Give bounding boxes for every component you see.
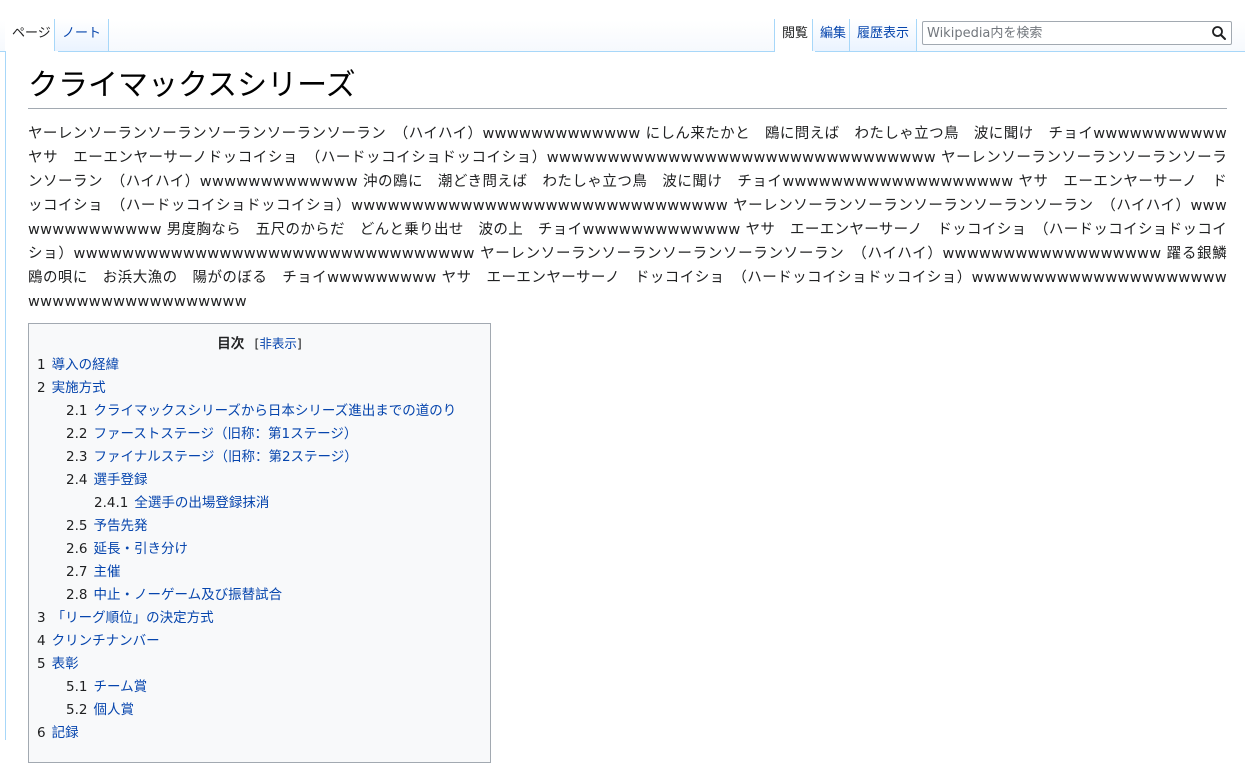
search-input[interactable]	[923, 22, 1211, 44]
toc-item-link[interactable]: 導入の経緯	[52, 357, 120, 373]
toc-item[interactable]: 5.1 チーム賞	[29, 676, 490, 699]
toc-item-link[interactable]: 「リーグ順位」の決定方式	[52, 610, 214, 626]
search-icon[interactable]	[1211, 25, 1227, 41]
toc-list: 1 導入の経緯 2 実施方式 2.1 クライマックスシリーズから日本シリーズ進出までの道の…	[29, 354, 490, 745]
toc-item[interactable]: 5 表彰	[29, 653, 490, 676]
toc-item-number: 2.3	[66, 449, 88, 465]
toc-item[interactable]: 3 「リーグ順位」の決定方式	[29, 607, 490, 630]
toc-toggle-close: ]	[296, 336, 302, 351]
tab-page[interactable]: ページ	[5, 19, 58, 52]
toc-item[interactable]: 2.8 中止・ノーゲーム及び振替試合	[29, 584, 490, 607]
table-of-contents: 目次 [非表示] 1 導入の経緯 2 実施方式 2.1 クライマックスシリーズから日本シリ…	[28, 323, 491, 763]
toc-item-link[interactable]: 全選手の出場登録抹消	[134, 495, 269, 511]
toc-item[interactable]: 2.4.1 全選手の出場登録抹消	[29, 492, 490, 515]
toc-item[interactable]: 2.5 予告先発	[29, 515, 490, 538]
toc-item-number: 5.1	[66, 679, 88, 695]
toc-item-link[interactable]: ファイナルステージ（旧称：第2ステージ）	[93, 449, 357, 465]
toc-item-number: 3	[37, 610, 46, 626]
toc-item[interactable]: 2.2 ファーストステージ（旧称：第1ステージ）	[29, 423, 490, 446]
toc-toggle: [非表示]	[255, 336, 302, 351]
toc-item-number: 2.6	[66, 541, 88, 557]
toc-item-number: 2.1	[66, 403, 88, 419]
toc-item-number: 2.7	[66, 564, 88, 580]
top-navigation-bar: ページ ノート 閲覧 編集 履歴表示	[0, 0, 1245, 52]
article-content: クライマックスシリーズ ヤーレンソーランソーランソーランソーランソーラン （ハイ…	[5, 51, 1245, 763]
toc-header: 目次 [非表示]	[29, 332, 490, 354]
toc-item-number: 2	[37, 380, 46, 396]
toc-item-number: 4	[37, 633, 46, 649]
toc-item-link[interactable]: クライマックスシリーズから日本シリーズ進出までの道のり	[93, 403, 456, 419]
tab-history[interactable]: 履歴表示	[849, 19, 918, 51]
toc-item-link[interactable]: クリンチナンバー	[52, 633, 160, 649]
toc-item-number: 2.8	[66, 587, 88, 603]
toc-item-link[interactable]: 個人賞	[93, 702, 134, 718]
toc-item[interactable]: 4 クリンチナンバー	[29, 630, 490, 653]
toc-item-link[interactable]: 延長・引き分け	[93, 541, 188, 557]
toc-item-link[interactable]: 主催	[93, 564, 120, 580]
toc-item-link[interactable]: 予告先発	[93, 518, 147, 534]
toc-item-link[interactable]: 選手登録	[93, 472, 147, 488]
toc-item[interactable]: 2.1 クライマックスシリーズから日本シリーズ進出までの道のり	[29, 400, 490, 423]
search-box	[922, 21, 1232, 45]
toc-item[interactable]: 2 実施方式	[29, 377, 490, 400]
toc-item[interactable]: 6 記録	[29, 722, 490, 745]
toc-item-number: 2.5	[66, 518, 88, 534]
toc-item-link[interactable]: 中止・ノーゲーム及び振替試合	[93, 587, 282, 603]
toc-item-number: 2.4.1	[94, 495, 129, 511]
toc-item[interactable]: 2.6 延長・引き分け	[29, 538, 490, 561]
toc-item-number: 1	[37, 357, 46, 373]
tab-talk[interactable]: ノート	[54, 19, 110, 51]
toc-item-link[interactable]: ファーストステージ（旧称：第1ステージ）	[93, 426, 357, 442]
tab-edit[interactable]: 編集	[812, 19, 854, 51]
toc-title: 目次	[217, 336, 245, 352]
toc-item[interactable]: 2.7 主催	[29, 561, 490, 584]
toc-item-link[interactable]: 表彰	[52, 656, 79, 672]
toc-item[interactable]: 5.2 個人賞	[29, 699, 490, 722]
toc-item-number: 2.2	[66, 426, 88, 442]
toc-item-number: 2.4	[66, 472, 88, 488]
toc-item-number: 6	[37, 725, 46, 741]
page-title: クライマックスシリーズ	[28, 65, 1227, 109]
tab-read[interactable]: 閲覧	[774, 19, 816, 52]
toc-hide-link[interactable]: 非表示	[259, 336, 297, 351]
toc-item-number: 5	[37, 656, 46, 672]
toc-item-link[interactable]: 実施方式	[52, 380, 106, 396]
toc-item-link[interactable]: チーム賞	[93, 679, 147, 695]
toc-item[interactable]: 1 導入の経緯	[29, 354, 490, 377]
toc-item[interactable]: 2.4 選手登録	[29, 469, 490, 492]
lead-paragraph: ヤーレンソーランソーランソーランソーランソーラン （ハイハイ）wwwwwwwww…	[28, 126, 1242, 310]
toc-item[interactable]: 2.3 ファイナルステージ（旧称：第2ステージ）	[29, 446, 490, 469]
toc-item-number: 5.2	[66, 702, 88, 718]
toc-item-link[interactable]: 記録	[52, 725, 79, 741]
